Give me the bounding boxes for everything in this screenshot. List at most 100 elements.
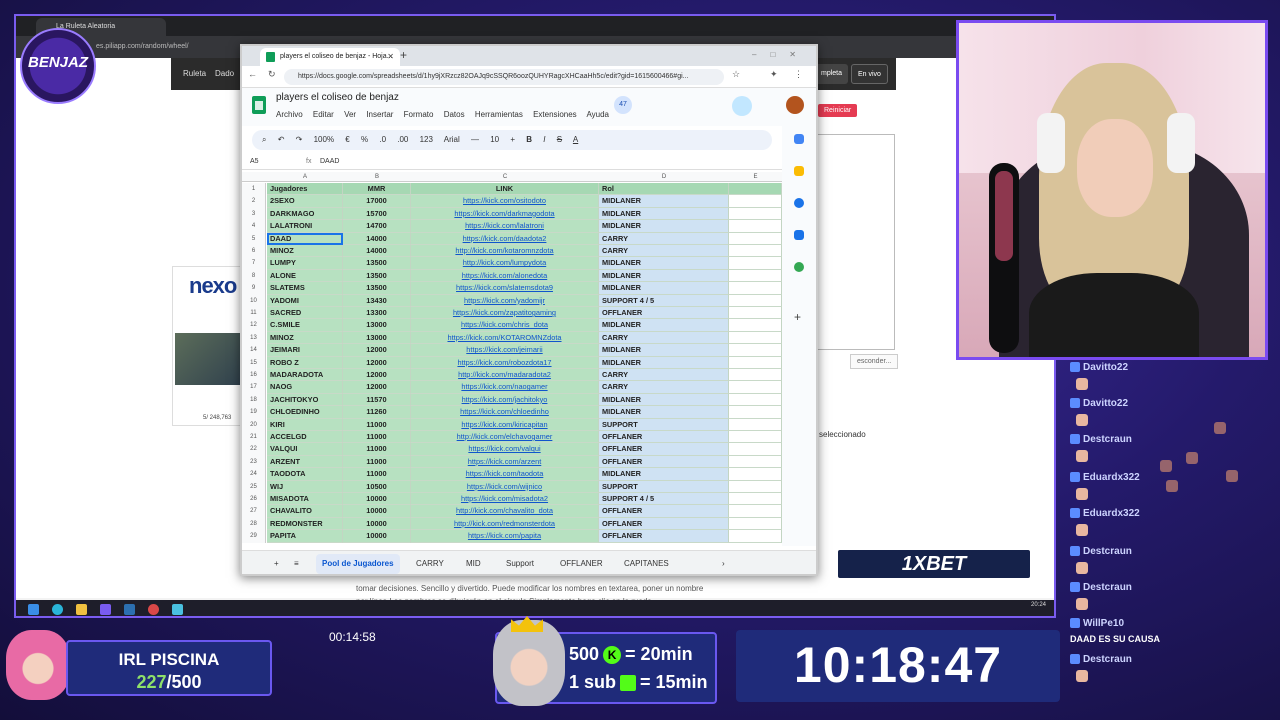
- cell-link[interactable]: https://kick.com/KOTAROMNZdota: [411, 331, 599, 345]
- cell-jugador[interactable]: CHAVALITO: [267, 505, 343, 518]
- cell-jugador[interactable]: WIJ: [267, 480, 343, 493]
- cell-empty[interactable]: [729, 344, 782, 357]
- cell-link[interactable]: https://kick.com/taodota: [411, 468, 599, 481]
- reload-icon[interactable]: ↻: [268, 69, 276, 80]
- cell-empty[interactable]: [729, 455, 782, 469]
- cell-link[interactable]: https://kick.com/misadota2: [411, 493, 599, 506]
- window-controls[interactable]: –□✕: [752, 46, 810, 64]
- search-icon[interactable]: ⌕: [262, 135, 266, 144]
- cell-jugador[interactable]: ALONE: [267, 269, 343, 283]
- cell-link[interactable]: https://kick.com/zapatitogaming: [411, 307, 599, 320]
- chat-username[interactable]: Eduardx322: [1083, 472, 1140, 483]
- redo-icon[interactable]: ↷: [296, 135, 303, 144]
- cell-empty[interactable]: [729, 406, 782, 419]
- cell-mmr[interactable]: 13500: [343, 257, 411, 270]
- header-mmr[interactable]: MMR: [343, 183, 411, 196]
- cell-link[interactable]: https://kick.com/naogamer: [411, 381, 599, 394]
- menu-formato[interactable]: Formato: [404, 110, 434, 119]
- cell-link[interactable]: https://kick.com/jachitokyo: [411, 393, 599, 407]
- cell-link[interactable]: https://kick.com/kiricapitan: [411, 418, 599, 431]
- cell-rol[interactable]: MIDLANER: [599, 406, 729, 419]
- tasks-icon[interactable]: [794, 198, 804, 208]
- row-number[interactable]: 14: [242, 344, 266, 357]
- names-textarea[interactable]: [817, 134, 895, 350]
- col-letter-b[interactable]: B: [343, 172, 411, 182]
- close-icon[interactable]: ✕: [387, 48, 394, 66]
- maps-icon[interactable]: [794, 262, 804, 272]
- cell-rol[interactable]: OFFLANER: [599, 443, 729, 456]
- cell-jugador[interactable]: KIRI: [267, 418, 343, 431]
- row-number[interactable]: 20: [242, 418, 266, 431]
- cell-mmr[interactable]: 10000: [343, 493, 411, 506]
- cell-jugador[interactable]: NAOG: [267, 381, 343, 394]
- collaborators-badge[interactable]: 47: [614, 96, 632, 114]
- cell-rol[interactable]: OFFLANER: [599, 517, 729, 531]
- cell-mmr[interactable]: 13500: [343, 282, 411, 295]
- row-number[interactable]: 7: [242, 257, 266, 270]
- cell-mmr[interactable]: 10500: [343, 480, 411, 493]
- extensions-icon[interactable]: ✦: [770, 69, 778, 80]
- cell-rol[interactable]: CARRY: [599, 381, 729, 394]
- italic-button[interactable]: I: [543, 135, 545, 144]
- menu-datos[interactable]: Datos: [444, 110, 465, 119]
- cell-rol[interactable]: SUPPORT 4 / 5: [599, 294, 729, 307]
- zoom-select[interactable]: 100%: [314, 135, 334, 144]
- row-number[interactable]: 13: [242, 331, 266, 345]
- cell-empty[interactable]: [729, 245, 782, 258]
- spreadsheet-grid[interactable]: A B C D E 1 Jugadores MMR LINK Rol 2 2SEX…: [242, 172, 782, 544]
- cell-link[interactable]: http://kick.com/chavalito_dota: [411, 505, 599, 518]
- cell-rol[interactable]: OFFLANER: [599, 505, 729, 518]
- row-number[interactable]: 27: [242, 505, 266, 518]
- cell-jugador[interactable]: C.SMILE: [267, 319, 343, 332]
- menu-extensiones[interactable]: Extensiones: [533, 110, 577, 119]
- cell-rol[interactable]: OFFLANER: [599, 455, 729, 469]
- cell-mmr[interactable]: 11000: [343, 468, 411, 481]
- sheet-tab-mid[interactable]: MID: [466, 551, 481, 574]
- reiniciar-button[interactable]: Reiniciar: [818, 104, 858, 117]
- currency-button[interactable]: €: [345, 135, 349, 144]
- menu-herramientas[interactable]: Herramientas: [475, 110, 523, 119]
- add-addon-icon[interactable]: +: [794, 311, 804, 323]
- cell-mmr[interactable]: 10000: [343, 517, 411, 531]
- cell-empty[interactable]: [729, 331, 782, 345]
- row-number[interactable]: 25: [242, 480, 266, 493]
- share-icon[interactable]: [732, 96, 752, 116]
- cell-mmr[interactable]: 12000: [343, 381, 411, 394]
- row-number[interactable]: 16: [242, 369, 266, 382]
- cell-link[interactable]: https://kick.com/valqui: [411, 443, 599, 456]
- sheet-tab-offlaner[interactable]: OFFLANER: [560, 551, 603, 574]
- strikethrough-button[interactable]: S: [557, 135, 562, 144]
- cell-empty[interactable]: [729, 505, 782, 518]
- nav-button-completa[interactable]: mpleta: [815, 64, 849, 84]
- cell-jugador[interactable]: MINOZ: [267, 245, 343, 258]
- cell-mmr[interactable]: 13500: [343, 269, 411, 283]
- cell-jugador[interactable]: TAODOTA: [267, 468, 343, 481]
- menu-insertar[interactable]: Insertar: [366, 110, 393, 119]
- cell-empty[interactable]: [729, 530, 782, 543]
- cell-mmr[interactable]: 14700: [343, 220, 411, 233]
- windows-start-icon[interactable]: [28, 604, 39, 615]
- sheet-tab-support[interactable]: Support: [506, 551, 534, 574]
- font-size-decrease[interactable]: —: [471, 135, 479, 144]
- cell-mmr[interactable]: 12000: [343, 356, 411, 369]
- row-number[interactable]: 4: [242, 220, 266, 233]
- folder-icon[interactable]: [76, 604, 87, 615]
- cell-jugador[interactable]: SACRED: [267, 307, 343, 320]
- chat-username[interactable]: Destcraun: [1083, 654, 1132, 665]
- row-number[interactable]: 18: [242, 393, 266, 407]
- cell-link[interactable]: https://kick.com/robozdota17: [411, 356, 599, 369]
- row-number[interactable]: 5: [242, 232, 266, 245]
- cell-jugador[interactable]: CHLOEDINHO: [267, 406, 343, 419]
- app-icon[interactable]: [100, 604, 111, 615]
- col-letter-e[interactable]: E: [729, 172, 782, 182]
- cell-jugador[interactable]: LALATRONI: [267, 220, 343, 233]
- keep-icon[interactable]: [794, 166, 804, 176]
- row-number[interactable]: 6: [242, 245, 266, 258]
- increase-decimal-button[interactable]: .00: [397, 135, 408, 144]
- nav-item-ruleta[interactable]: Ruleta: [183, 58, 206, 90]
- back-icon[interactable]: ←: [248, 69, 257, 79]
- all-sheets-icon[interactable]: ≡: [294, 551, 299, 574]
- row-number[interactable]: 17: [242, 381, 266, 394]
- cell-rol[interactable]: MIDLANER: [599, 356, 729, 369]
- number-format-button[interactable]: 123: [420, 135, 433, 144]
